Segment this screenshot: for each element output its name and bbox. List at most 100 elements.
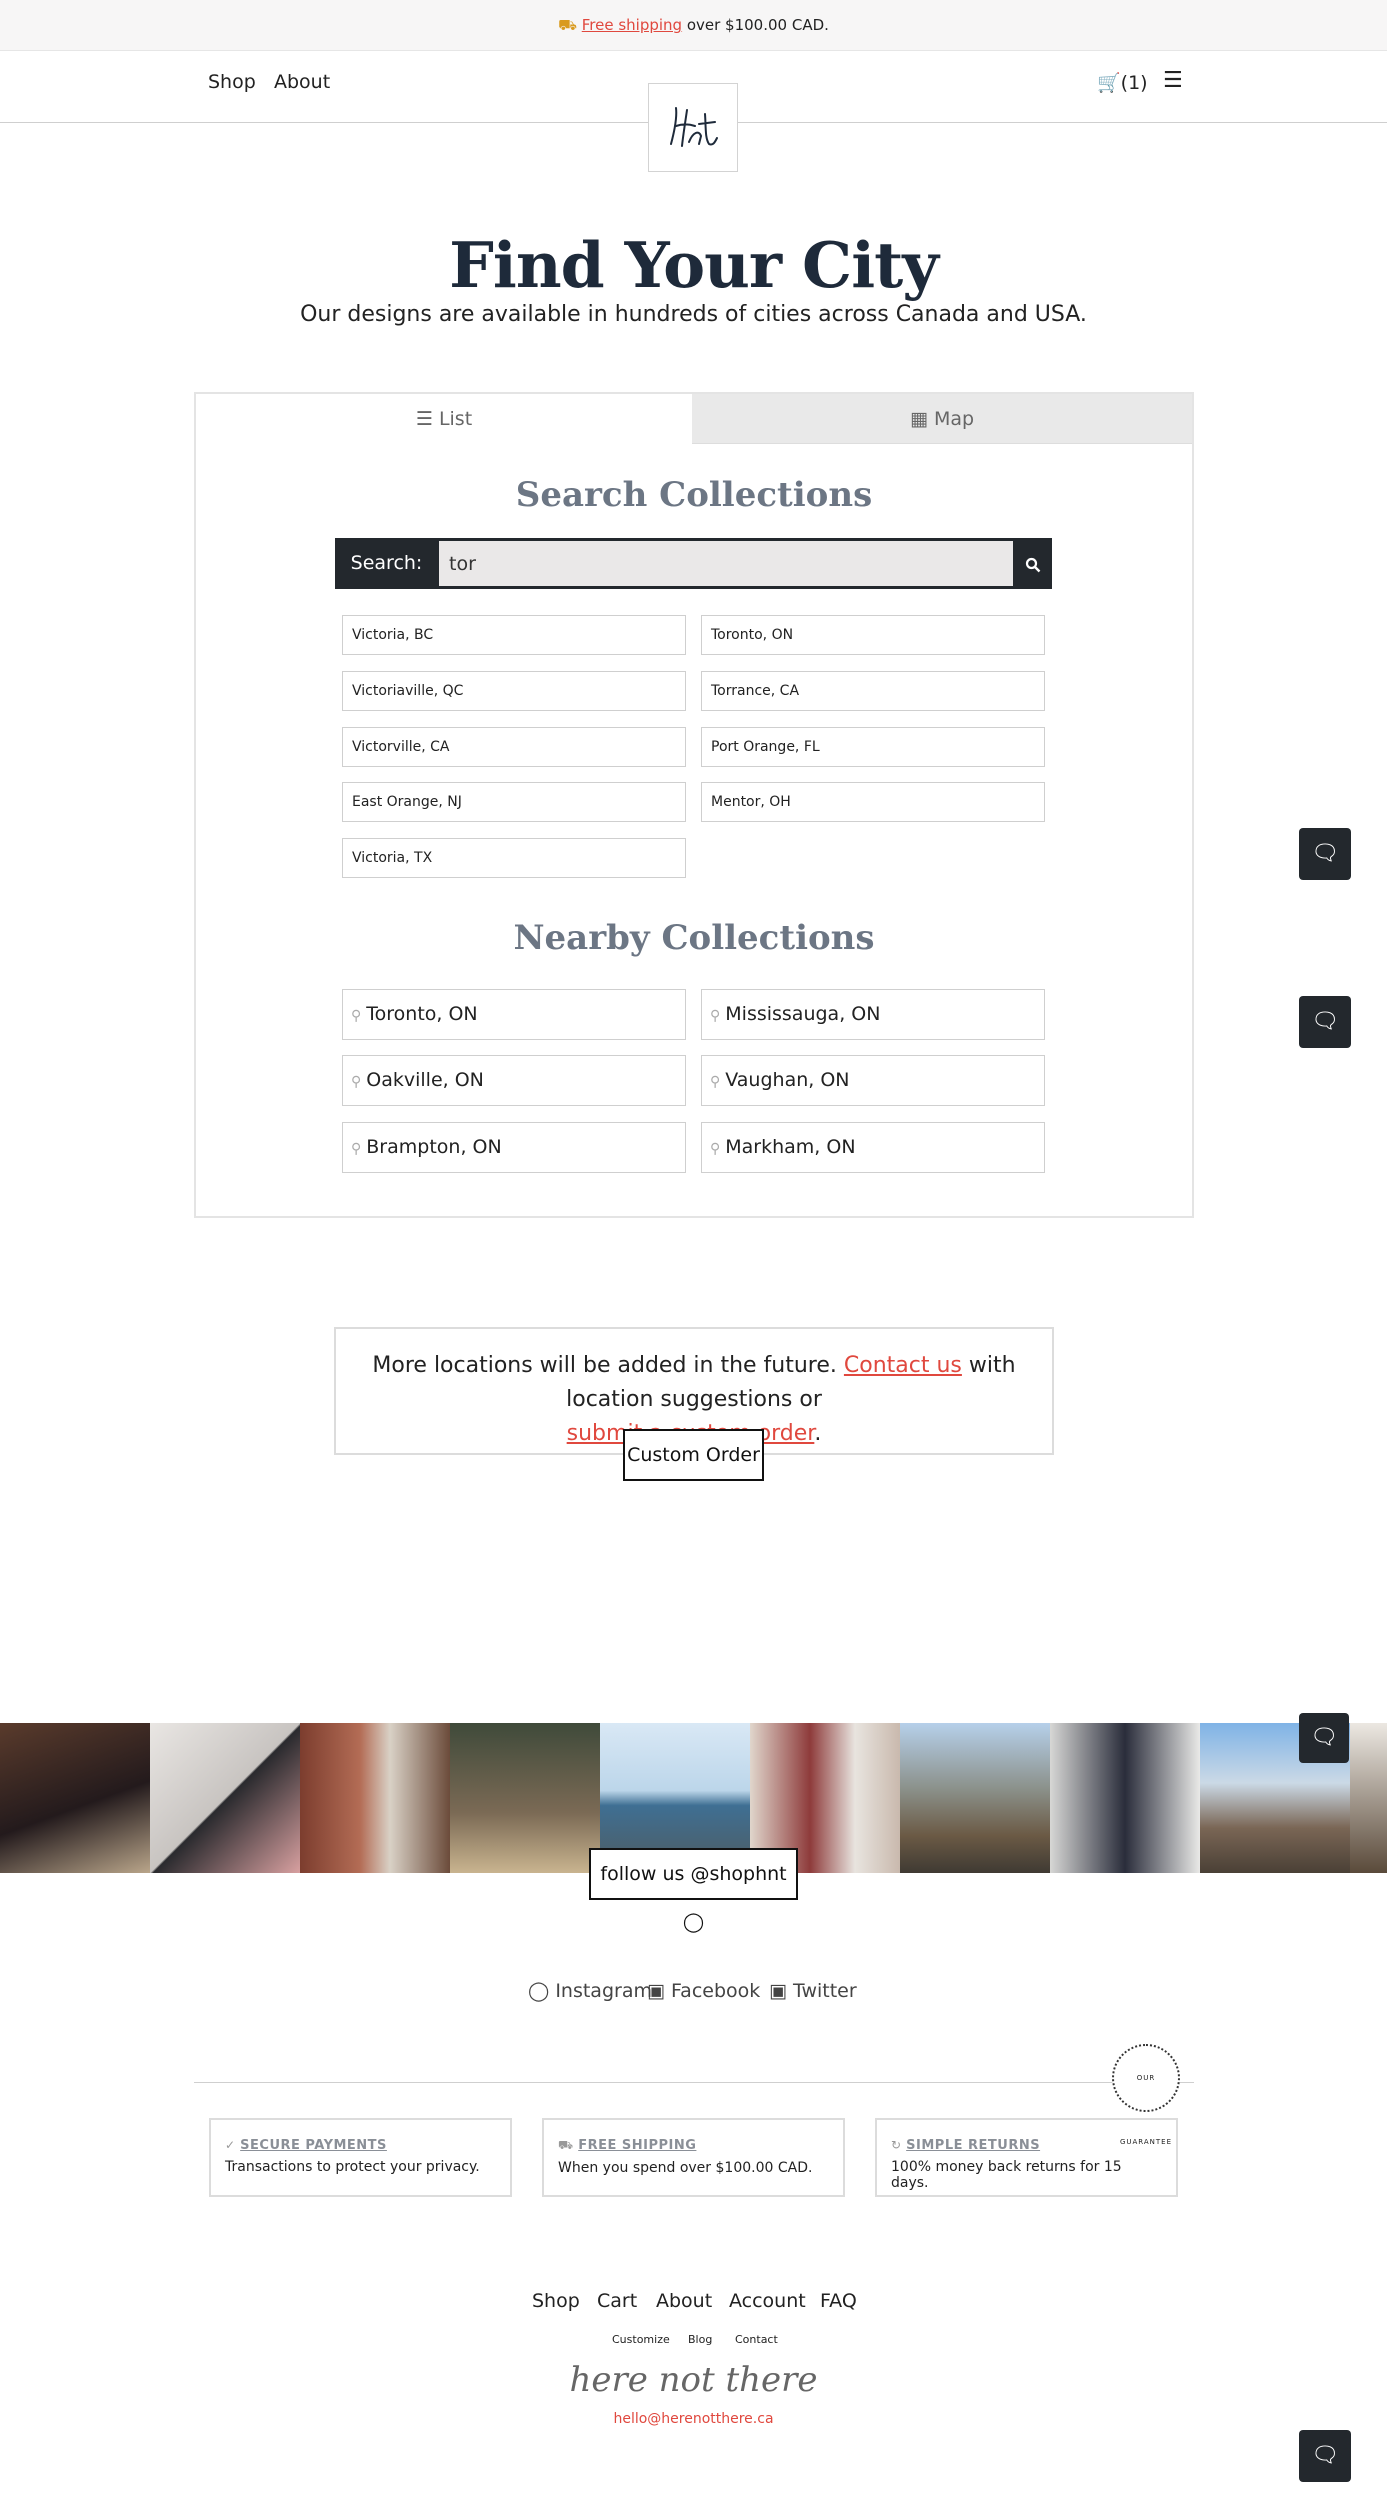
twitter-icon: ▣ <box>769 1980 787 2002</box>
guarantee-card: ✓ SECURE PAYMENTS Transactions to protec… <box>209 2118 512 2197</box>
guarantee-title: SIMPLE RETURNS <box>906 2138 1041 2153</box>
cart-count: (1) <box>1120 72 1148 94</box>
tab-list[interactable]: ☰ List <box>196 394 692 444</box>
social-label: Facebook <box>671 1980 761 2002</box>
chat-widget-button[interactable]: 🗨 <box>1299 2430 1351 2482</box>
instagram-photo[interactable] <box>450 1723 600 1873</box>
facebook-icon: ▣ <box>647 1980 665 2002</box>
instagram-icon: ◯ <box>528 1980 550 2002</box>
search-bar: Search: <box>335 538 1052 589</box>
footer-divider <box>194 2082 1194 2083</box>
footer-link-shop[interactable]: Shop <box>532 2290 580 2312</box>
instagram-follow-button[interactable]: follow us @shophnt ◯ <box>589 1848 798 1933</box>
guarantee-desc: 100% money back returns for 15 days. <box>891 2159 1122 2191</box>
footer-link-blog[interactable]: Blog <box>688 2333 712 2346</box>
instagram-photo[interactable] <box>300 1723 450 1873</box>
footer-link-cart[interactable]: Cart <box>597 2290 637 2312</box>
instagram-icon: ◯ <box>682 1911 705 1933</box>
map-pin-icon: ⚲ <box>351 1008 362 1024</box>
guarantee-title: FREE SHIPPING <box>578 2138 697 2153</box>
result-item[interactable]: East Orange, NJ <box>342 782 686 822</box>
custom-order-button[interactable]: Custom Order <box>623 1429 764 1481</box>
note-text: . <box>814 1421 822 1446</box>
result-item[interactable]: Port Orange, FL <box>701 727 1045 767</box>
social-label: Instagram <box>555 1980 652 2002</box>
result-item[interactable]: Victoria, TX <box>342 838 686 878</box>
search-button[interactable] <box>1014 538 1052 589</box>
search-input[interactable] <box>439 541 1013 586</box>
nearby-item[interactable]: ⚲ Mississauga, ON <box>701 989 1045 1040</box>
result-item[interactable]: Toronto, ON <box>701 615 1045 655</box>
cart-link[interactable]: 🛒(1) <box>1097 71 1148 94</box>
footer-link-account[interactable]: Account <box>729 2290 806 2312</box>
social-facebook[interactable]: ▣ Facebook <box>647 1980 760 2002</box>
menu-icon[interactable]: ☰ <box>1163 68 1183 93</box>
nearby-item[interactable]: ⚲ Markham, ON <box>701 1122 1045 1173</box>
search-heading: Search Collections <box>515 475 873 515</box>
check-icon: ✓ <box>225 2138 236 2152</box>
cart-icon: 🛒 <box>1097 72 1121 94</box>
page-title: Find Your City <box>449 228 939 302</box>
map-pin-icon: ⚲ <box>710 1008 721 1024</box>
result-item[interactable]: Torrance, CA <box>701 671 1045 711</box>
social-label: Twitter <box>793 1980 857 2002</box>
chat-bubble-icon: 🗨 <box>1311 2443 1339 2468</box>
footer-link-customize[interactable]: Customize <box>612 2333 670 2346</box>
page-subtitle: Our designs are available in hundreds of… <box>300 302 1087 327</box>
result-item[interactable]: Mentor, OH <box>701 782 1045 822</box>
nearby-item[interactable]: ⚲ Brampton, ON <box>342 1122 686 1173</box>
chat-bubble-icon: 🗨 <box>1311 841 1339 866</box>
footer-link-contact[interactable]: Contact <box>735 2333 778 2346</box>
result-item[interactable]: Victoriaville, QC <box>342 671 686 711</box>
nearby-label: Oakville, ON <box>366 1069 484 1091</box>
nav-shop[interactable]: Shop <box>208 71 256 93</box>
contact-us-link[interactable]: Contact us <box>844 1353 962 1378</box>
hnt-logo-mark <box>670 107 718 147</box>
guarantee-badge: OUR GUARANTEE <box>1112 2044 1180 2146</box>
social-twitter[interactable]: ▣ Twitter <box>769 1980 857 2002</box>
follow-label: follow us @shophnt <box>600 1863 787 1885</box>
chat-widget-button[interactable]: 🗨 <box>1299 996 1351 1048</box>
tab-map-label: Map <box>933 408 975 430</box>
instagram-photo[interactable] <box>0 1723 150 1873</box>
guarantee-desc: When you spend over $100.00 CAD. <box>558 2160 813 2176</box>
nav-about[interactable]: About <box>274 71 330 93</box>
promo-text: over $100.00 CAD. <box>682 16 829 34</box>
instagram-photo[interactable] <box>150 1723 300 1873</box>
footer-email-link[interactable]: hello@herenotthere.ca <box>0 2411 1387 2427</box>
logo[interactable] <box>648 83 738 172</box>
instagram-photo[interactable] <box>1050 1723 1200 1873</box>
list-icon: ☰ <box>415 408 433 430</box>
guarantee-card: ↻ SIMPLE RETURNS 100% money back returns… <box>875 2118 1178 2197</box>
footer-link-about[interactable]: About <box>656 2290 712 2312</box>
nearby-label: Vaughan, ON <box>725 1069 850 1091</box>
refresh-icon: ↻ <box>891 2138 902 2152</box>
promo-bar: ⛟ Free shipping over $100.00 CAD. <box>0 0 1387 51</box>
truck-icon: ⛟ <box>558 2138 574 2152</box>
footer-wordmark: here not there <box>569 2360 818 2400</box>
nearby-item[interactable]: ⚲ Toronto, ON <box>342 989 686 1040</box>
search-icon <box>1025 557 1041 572</box>
result-item[interactable]: Victoria, BC <box>342 615 686 655</box>
chat-widget-button[interactable]: 🗨 <box>1299 828 1351 880</box>
chat-bubble-icon: 🗨 <box>1310 1725 1338 1750</box>
map-pin-icon: ⚲ <box>710 1141 721 1157</box>
tab-list-label: List <box>438 408 473 430</box>
social-instagram[interactable]: ◯ Instagram <box>528 1980 652 2002</box>
chat-widget-button[interactable]: 🗨 <box>1299 1713 1349 1763</box>
instagram-photo[interactable] <box>900 1723 1050 1873</box>
note-text: More locations will be added in the futu… <box>372 1353 844 1378</box>
instagram-photo[interactable] <box>1350 1723 1387 1873</box>
free-shipping-link[interactable]: Free shipping <box>582 16 682 34</box>
nearby-label: Toronto, ON <box>366 1003 478 1025</box>
tab-map[interactable]: ▦ Map <box>692 394 1192 444</box>
map-pin-icon: ⚲ <box>351 1074 362 1090</box>
nearby-label: Markham, ON <box>725 1136 856 1158</box>
footer-link-faq[interactable]: FAQ <box>820 2290 857 2312</box>
guarantee-title: SECURE PAYMENTS <box>240 2138 387 2153</box>
nearby-item[interactable]: ⚲ Vaughan, ON <box>701 1055 1045 1106</box>
truck-icon: ⛟ <box>558 16 577 34</box>
result-item[interactable]: Victorville, CA <box>342 727 686 767</box>
nearby-item[interactable]: ⚲ Oakville, ON <box>342 1055 686 1106</box>
chat-bubble-icon: 🗨 <box>1311 1009 1339 1034</box>
